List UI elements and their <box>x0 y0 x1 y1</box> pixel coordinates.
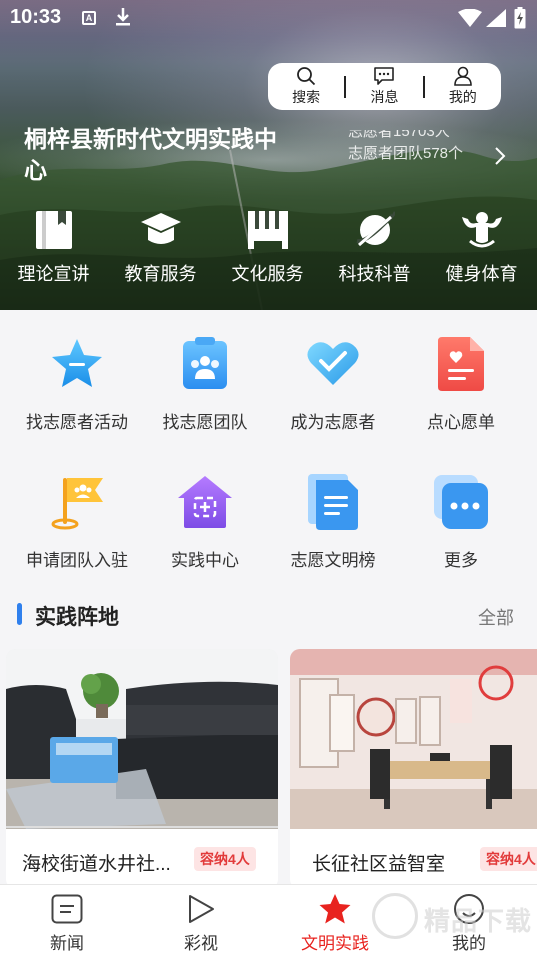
service-find-team[interactable]: 找志愿团队 <box>138 334 272 433</box>
more-icon <box>434 475 488 529</box>
service-more[interactable]: 更多 <box>394 472 528 571</box>
service-practice-center[interactable]: 实践中心 <box>138 472 272 571</box>
search-label: 搜索 <box>292 89 321 105</box>
graduation-cap-icon <box>140 213 181 244</box>
view-all-link[interactable]: 全部 <box>478 604 514 630</box>
status-bar: 10:33 A <box>0 0 537 36</box>
search-icon <box>297 67 316 86</box>
document-icon <box>308 474 358 530</box>
section-accent-bar <box>17 603 22 625</box>
venue-card[interactable]: 海校街道水井社... 容纳4人 <box>6 649 278 889</box>
message-button[interactable]: 消息 <box>346 63 422 110</box>
book-icon <box>35 211 72 249</box>
search-button[interactable]: 搜索 <box>268 63 344 110</box>
venue-name: 海校街道水井社... <box>22 854 171 875</box>
volunteer-count: 志愿者15703人 <box>348 130 450 140</box>
tab-video[interactable]: 彩视 <box>134 893 268 954</box>
wifi-icon <box>458 9 482 27</box>
house-icon <box>178 476 232 528</box>
capacity-badge: 容纳4人 <box>480 847 537 871</box>
team-clipboard-icon <box>183 337 227 389</box>
service-find-activity[interactable]: 找志愿者活动 <box>10 334 144 433</box>
message-label: 消息 <box>370 89 399 105</box>
service-wish-list[interactable]: 点心愿单 <box>394 334 528 433</box>
signal-icon <box>486 9 506 27</box>
piano-icon <box>247 211 288 249</box>
top-action-bar: 搜索 消息 我的 <box>268 63 501 110</box>
download-icon <box>116 8 130 26</box>
notification-a-icon: A <box>82 11 96 25</box>
battery-icon <box>514 7 526 29</box>
services-grid: 找志愿者活动 找志愿团队 成为志愿者 点心愿单 申请团队入驻 实践中心 志愿文明… <box>0 310 537 590</box>
fitness-icon <box>461 212 502 248</box>
planet-icon <box>356 211 395 247</box>
chevron-right-icon[interactable] <box>494 146 506 166</box>
center-title: 桐梓县新时代文明实践中心 <box>24 126 277 183</box>
service-become-volunteer[interactable]: 成为志愿者 <box>266 334 400 433</box>
watermark-logo-icon <box>372 893 418 939</box>
activity-room-photo <box>290 649 537 829</box>
service-apply-team[interactable]: 申请团队入驻 <box>10 472 144 571</box>
sofa-room-photo <box>6 649 278 829</box>
category-fitness[interactable]: 健身体育 <box>428 208 535 286</box>
wish-list-icon <box>438 337 484 391</box>
star-filled-icon <box>319 894 351 924</box>
venue-name: 长征社区益智室 <box>312 854 446 875</box>
status-time: 10:33 <box>10 6 62 28</box>
watermark: 精品下载 <box>372 893 537 943</box>
section-title: 实践阵地 <box>35 606 119 629</box>
mine-label: 我的 <box>448 89 477 105</box>
hero-category-row: 理论宣讲 教育服务 文化服务 科技科普 健身体育 <box>0 208 537 288</box>
watermark-text: 精品下载 <box>424 906 533 936</box>
capacity-badge: 容纳4人 <box>194 847 256 871</box>
venue-card[interactable]: 长征社区益智室 容纳4人 <box>290 649 537 889</box>
service-civilization-rank[interactable]: 志愿文明榜 <box>266 472 400 571</box>
star-icon <box>52 339 102 387</box>
volunteer-stats[interactable]: 志愿者15703人 志愿者团队578个 <box>348 130 463 170</box>
category-theory[interactable]: 理论宣讲 <box>0 208 107 286</box>
category-culture[interactable]: 文化服务 <box>214 208 321 286</box>
flag-icon <box>51 478 103 530</box>
team-count: 志愿者团队578个 <box>348 145 464 162</box>
play-icon <box>189 895 214 923</box>
category-science[interactable]: 科技科普 <box>321 208 428 286</box>
heart-icon <box>307 342 359 385</box>
category-education[interactable]: 教育服务 <box>107 208 214 286</box>
user-icon <box>454 66 472 86</box>
message-icon <box>374 67 395 85</box>
mine-button[interactable]: 我的 <box>425 63 501 110</box>
tab-news[interactable]: 新闻 <box>0 893 134 954</box>
news-icon <box>51 894 83 924</box>
